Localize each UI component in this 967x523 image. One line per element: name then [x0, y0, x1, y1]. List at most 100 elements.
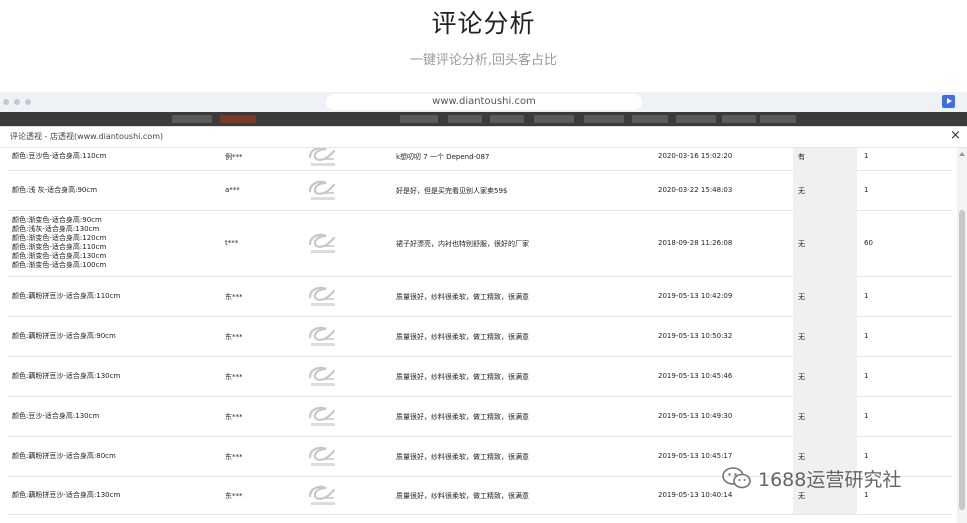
- toolbar-item[interactable]: [584, 115, 624, 123]
- comment-cell: 质量很好，纱料很柔软，做工精致，很满意: [396, 293, 529, 301]
- extension-icon[interactable]: [942, 95, 955, 108]
- spec-line: 颜色:渐变色-适合身高:90cm: [12, 216, 102, 224]
- spec-line: 颜色:藕粉拼豆沙-适合身高:110cm: [12, 292, 121, 300]
- scrollbar[interactable]: [957, 148, 967, 523]
- time-cell: 2018-09-28 11:26:08: [658, 239, 733, 247]
- time-cell: 2019-05-13 10:40:14: [658, 491, 733, 499]
- user-cell: t***: [225, 239, 239, 247]
- alibaba-logo-icon: [308, 180, 336, 200]
- toolbar-item[interactable]: [676, 115, 716, 123]
- toolbar-item[interactable]: [400, 115, 438, 123]
- toolbar-item[interactable]: [490, 115, 524, 123]
- count-cell: 1: [864, 186, 869, 194]
- page-subtitle: 一键评论分析,回头客占比: [409, 53, 558, 68]
- watermark: 1688运营研究社: [722, 466, 902, 491]
- spec-cell: 颜色:渐变色-适合身高:90cm 颜色:浅灰-适合身高:130cm 颜色:渐变色-适…: [12, 216, 106, 270]
- spec-cell: 颜色:豆沙色-适合身高:110cm: [12, 152, 106, 161]
- user-cell: 东***: [225, 453, 243, 461]
- count-cell: 1: [864, 491, 869, 499]
- product-image: [304, 283, 342, 309]
- reply-value: 无: [798, 453, 805, 461]
- comment-cell: 裙子好漂亮，内衬也特别舒服，很好的厂家: [396, 240, 529, 248]
- comment-cell: k想叨叨 7 一个 Depend-087: [396, 153, 490, 161]
- scroll-up-arrow-icon[interactable]: [959, 152, 965, 156]
- spec-cell: 颜色:藕粉拼豆沙-适合身高:80cm: [12, 452, 116, 461]
- reply-value: 无: [798, 413, 805, 421]
- panel-header: 评论透视 - 店透视(www.diantoushi.com) ×: [0, 127, 967, 148]
- address-bar[interactable]: www.diantoushi.com: [326, 94, 642, 110]
- watermark-text: 1688运营研究社: [758, 468, 902, 491]
- spec-cell: 颜色:藕粉拼豆沙-适合身高:130cm: [12, 491, 120, 500]
- time-cell: 2019-05-13 10:45:46: [658, 372, 733, 380]
- alibaba-logo-icon: [308, 148, 336, 166]
- spec-cell: 颜色:藕粉拼豆沙-适合身高:90cm: [12, 332, 116, 341]
- site-toolbar: [0, 112, 967, 126]
- reply-value: 无: [798, 492, 805, 500]
- toolbar-item[interactable]: [448, 115, 482, 123]
- toolbar-item[interactable]: [172, 115, 212, 123]
- window-dot-icon[interactable]: [25, 99, 31, 105]
- toolbar-item[interactable]: [722, 115, 756, 123]
- panel-title: 评论透视 - 店透视(www.diantoushi.com): [10, 132, 164, 141]
- user-cell: 东***: [225, 373, 243, 381]
- spec-cell: 颜色:豆沙-适合身高:130cm: [12, 412, 99, 421]
- reply-cell: 无: [793, 396, 857, 436]
- time-cell: 2019-05-13 10:42:09: [658, 292, 733, 300]
- user-cell: 东***: [225, 293, 243, 301]
- reply-value: 无: [798, 333, 805, 341]
- spec-line: 颜色:渐变色-适合身高:110cm: [12, 243, 107, 251]
- reply-cell: 无: [793, 170, 857, 210]
- alibaba-logo-icon: [308, 326, 336, 346]
- alibaba-logo-icon: [308, 406, 336, 426]
- alibaba-logo-icon: [308, 286, 336, 306]
- window-dot-icon[interactable]: [3, 99, 9, 105]
- toolbar-item[interactable]: [632, 115, 668, 123]
- reply-value: 无: [798, 240, 805, 248]
- table-row: 颜色:藕粉拼豆沙-适合身高:110cm 东*** 质量很好，纱料很柔软，做工精致，很…: [8, 276, 952, 317]
- reply-value: 无: [798, 373, 805, 381]
- toolbar-item[interactable]: [760, 115, 796, 123]
- reply-cell: 无: [793, 210, 857, 276]
- page-title: 评论分析: [431, 9, 536, 38]
- reply-value: 无: [798, 187, 805, 195]
- comment-cell: 质量很好，纱料很柔软，做工精致，很满意: [396, 333, 529, 341]
- comment-cell: 好是好，但是买完看见别人家卖59$: [396, 187, 508, 195]
- table-row: 颜色:渐变色-适合身高:90cm 颜色:浅灰-适合身高:130cm 颜色:渐变色-适…: [8, 210, 952, 277]
- scroll-thumb[interactable]: [959, 210, 965, 510]
- comment-cell: 质量很好，纱料很柔软，做工精致，很满意: [396, 492, 529, 500]
- user-cell: 东***: [225, 492, 243, 500]
- time-cell: 2020-03-16 15:02:20: [658, 152, 733, 160]
- toolbar-item[interactable]: [220, 115, 256, 123]
- comment-cell: 质量很好，纱料很柔软，做工精致，很满意: [396, 373, 529, 381]
- count-cell: 60: [864, 239, 873, 247]
- count-cell: 1: [864, 412, 869, 420]
- spec-line: 颜色:藕粉拼豆沙-适合身高:80cm: [12, 452, 116, 460]
- comment-analysis-panel: 评论透视 - 店透视(www.diantoushi.com) × 颜色:豆沙色-…: [0, 126, 967, 523]
- spec-line: 颜色:豆沙-适合身高:130cm: [12, 412, 100, 420]
- table-row: 颜色:藕粉拼豆沙-适合身高:90cm 东*** 质量很好，纱料很柔软，做工精致，很满…: [8, 316, 952, 357]
- spec-line: 颜色:渐变色-适合身高:130cm: [12, 252, 107, 260]
- user-cell: 例***: [225, 153, 243, 161]
- product-image: [304, 230, 342, 256]
- time-cell: 2019-05-13 10:50:32: [658, 332, 733, 340]
- product-image: [304, 363, 342, 389]
- alibaba-logo-icon: [308, 366, 336, 386]
- user-cell: 东***: [225, 333, 243, 341]
- wechat-icon: [722, 467, 751, 489]
- alibaba-logo-icon: [308, 233, 336, 253]
- count-cell: 1: [864, 452, 869, 460]
- reply-value: 无: [798, 293, 805, 301]
- alibaba-logo-icon: [308, 485, 336, 505]
- spec-cell: 颜色:藕粉拼豆沙-适合身高:130cm: [12, 372, 120, 381]
- count-cell: 1: [864, 372, 869, 380]
- count-cell: 1: [864, 292, 869, 300]
- spec-line: 颜色:藕粉拼豆沙-适合身高:130cm: [12, 372, 121, 380]
- window-dot-icon[interactable]: [14, 99, 20, 105]
- spec-line: 颜色:藕粉拼豆沙-适合身高:90cm: [12, 332, 116, 340]
- spec-line: 颜色:浅 灰-适合身高:90cm: [12, 186, 98, 194]
- time-cell: 2019-05-13 10:49:30: [658, 412, 733, 420]
- table-row: 颜色:豆沙-适合身高:130cm 东*** 质量很好，纱料很柔软，做工精致，很满意 2…: [8, 396, 952, 437]
- close-icon[interactable]: ×: [950, 129, 961, 143]
- table-row: 颜色:藕粉拼豆沙-适合身高:130cm 东*** 质量很好，纱料很柔软，做工精致，很…: [8, 356, 952, 397]
- toolbar-item[interactable]: [534, 115, 574, 123]
